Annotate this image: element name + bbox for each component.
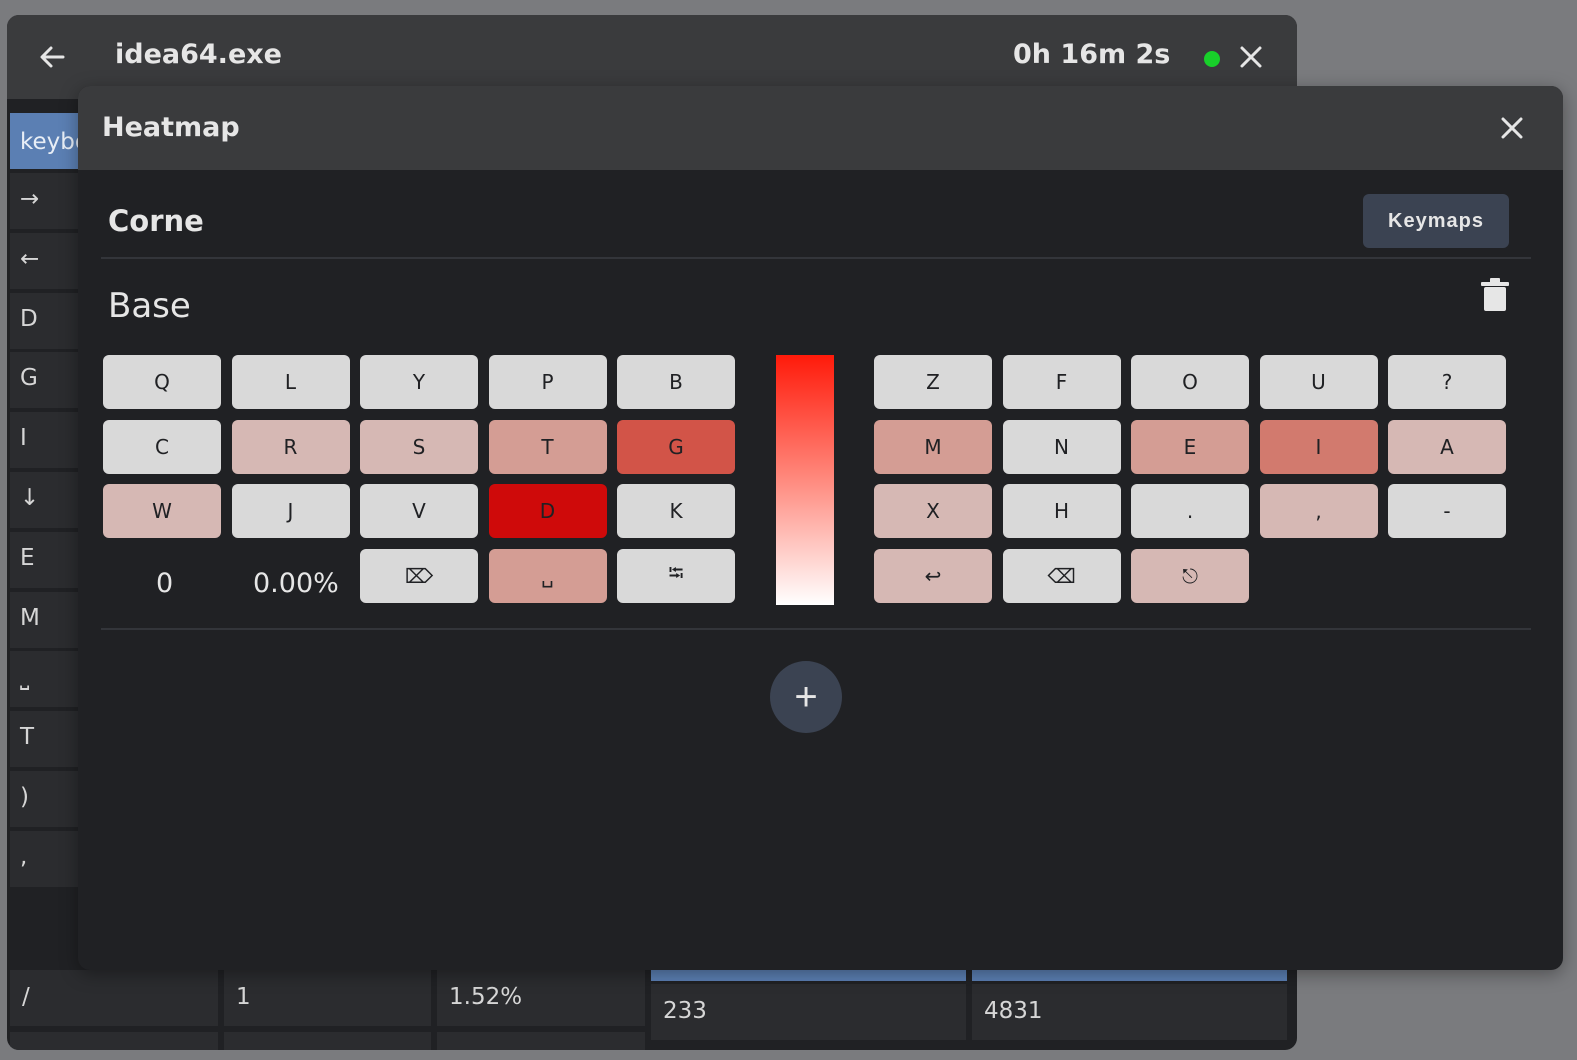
trash-icon[interactable] xyxy=(1480,278,1510,312)
list-item[interactable]: ↓ xyxy=(10,472,80,528)
key-?[interactable]: ? xyxy=(1388,355,1506,409)
key-b[interactable]: B xyxy=(617,355,735,409)
key-t[interactable]: T xyxy=(488,419,607,474)
table-cell-count: 1 xyxy=(224,970,431,1026)
dialog-title: Heatmap xyxy=(102,112,240,143)
table-row xyxy=(437,1032,645,1050)
key-y[interactable]: Y xyxy=(360,355,478,409)
list-item[interactable]: M xyxy=(10,591,80,648)
key-g[interactable]: G xyxy=(617,419,735,474)
heat-scale-legend xyxy=(776,355,834,605)
back-arrow-icon[interactable] xyxy=(33,37,73,77)
list-item[interactable]: ⎵ xyxy=(10,651,80,708)
app-title: idea64.exe xyxy=(115,39,282,70)
table-cell-value: 233 xyxy=(651,984,966,1040)
key-c[interactable]: C xyxy=(103,419,221,474)
key-,[interactable]: , xyxy=(1259,484,1378,539)
list-item[interactable]: I xyxy=(10,412,80,469)
close-icon[interactable] xyxy=(1492,108,1532,148)
session-timer: 0h 16m 2s xyxy=(1013,39,1171,70)
layer-name: Base xyxy=(108,286,191,326)
table-cell-percent: 1.52% xyxy=(437,970,645,1026)
list-item[interactable]: T xyxy=(10,711,80,768)
dialog-header: Heatmap xyxy=(78,86,1563,170)
key-u[interactable]: U xyxy=(1259,355,1378,409)
key-⎋[interactable]: ⎋ xyxy=(1131,549,1249,604)
list-item[interactable]: D xyxy=(10,292,80,349)
list-item[interactable]: , xyxy=(10,830,80,887)
close-icon[interactable] xyxy=(1231,37,1271,77)
press-percent: 0.00% xyxy=(253,568,339,599)
add-layer-button[interactable]: + xyxy=(770,661,842,733)
key-r[interactable]: R xyxy=(231,419,350,474)
key-o[interactable]: O xyxy=(1131,355,1249,409)
list-item[interactable]: → xyxy=(10,173,80,229)
table-row xyxy=(224,1032,431,1050)
table-row xyxy=(10,1032,218,1050)
heatmap-dialog: Heatmap Corne Keymaps Base QLYPB CRSTG WJV… xyxy=(78,86,1563,970)
key-.[interactable]: . xyxy=(1131,484,1249,539)
column-header-keyboard[interactable]: keybo xyxy=(10,113,80,169)
key-z[interactable]: Z xyxy=(874,355,992,409)
key-l[interactable]: L xyxy=(231,355,350,409)
key-⌫[interactable]: ⌫ xyxy=(1002,549,1121,604)
key-d[interactable]: D xyxy=(488,484,607,539)
key-k[interactable]: K xyxy=(617,484,735,539)
divider xyxy=(101,257,1531,259)
key-m[interactable]: M xyxy=(874,419,992,474)
key-w[interactable]: W xyxy=(103,484,221,539)
key-⌦[interactable]: ⌦ xyxy=(360,549,478,604)
status-indicator xyxy=(1204,51,1220,67)
key-p[interactable]: P xyxy=(488,355,607,409)
list-item[interactable]: E xyxy=(10,531,80,588)
key-⭾[interactable]: ⭾ xyxy=(617,549,735,604)
key-a[interactable]: A xyxy=(1388,419,1506,474)
table-cell-key: / xyxy=(10,970,218,1026)
key-f[interactable]: F xyxy=(1002,355,1121,409)
press-count: 0 xyxy=(156,568,174,599)
key-h[interactable]: H xyxy=(1002,484,1121,539)
key-␣[interactable]: ␣ xyxy=(488,549,607,604)
keyboard-name: Corne xyxy=(108,204,204,238)
key-↩[interactable]: ↩ xyxy=(874,549,992,604)
key-s[interactable]: S xyxy=(360,419,478,474)
key-i[interactable]: I xyxy=(1259,419,1378,474)
key-x[interactable]: X xyxy=(874,484,992,539)
key-e[interactable]: E xyxy=(1131,419,1249,474)
table-cell-total: 4831 xyxy=(972,984,1287,1040)
list-item[interactable]: ) xyxy=(10,771,80,827)
key--[interactable]: - xyxy=(1388,484,1506,539)
divider xyxy=(101,628,1531,630)
keymaps-button[interactable]: Keymaps xyxy=(1363,194,1509,248)
key-j[interactable]: J xyxy=(231,484,350,539)
list-item[interactable]: ← xyxy=(10,232,80,289)
key-q[interactable]: Q xyxy=(103,355,221,409)
key-v[interactable]: V xyxy=(360,484,478,539)
list-item[interactable]: G xyxy=(10,352,80,409)
key-n[interactable]: N xyxy=(1002,419,1121,474)
